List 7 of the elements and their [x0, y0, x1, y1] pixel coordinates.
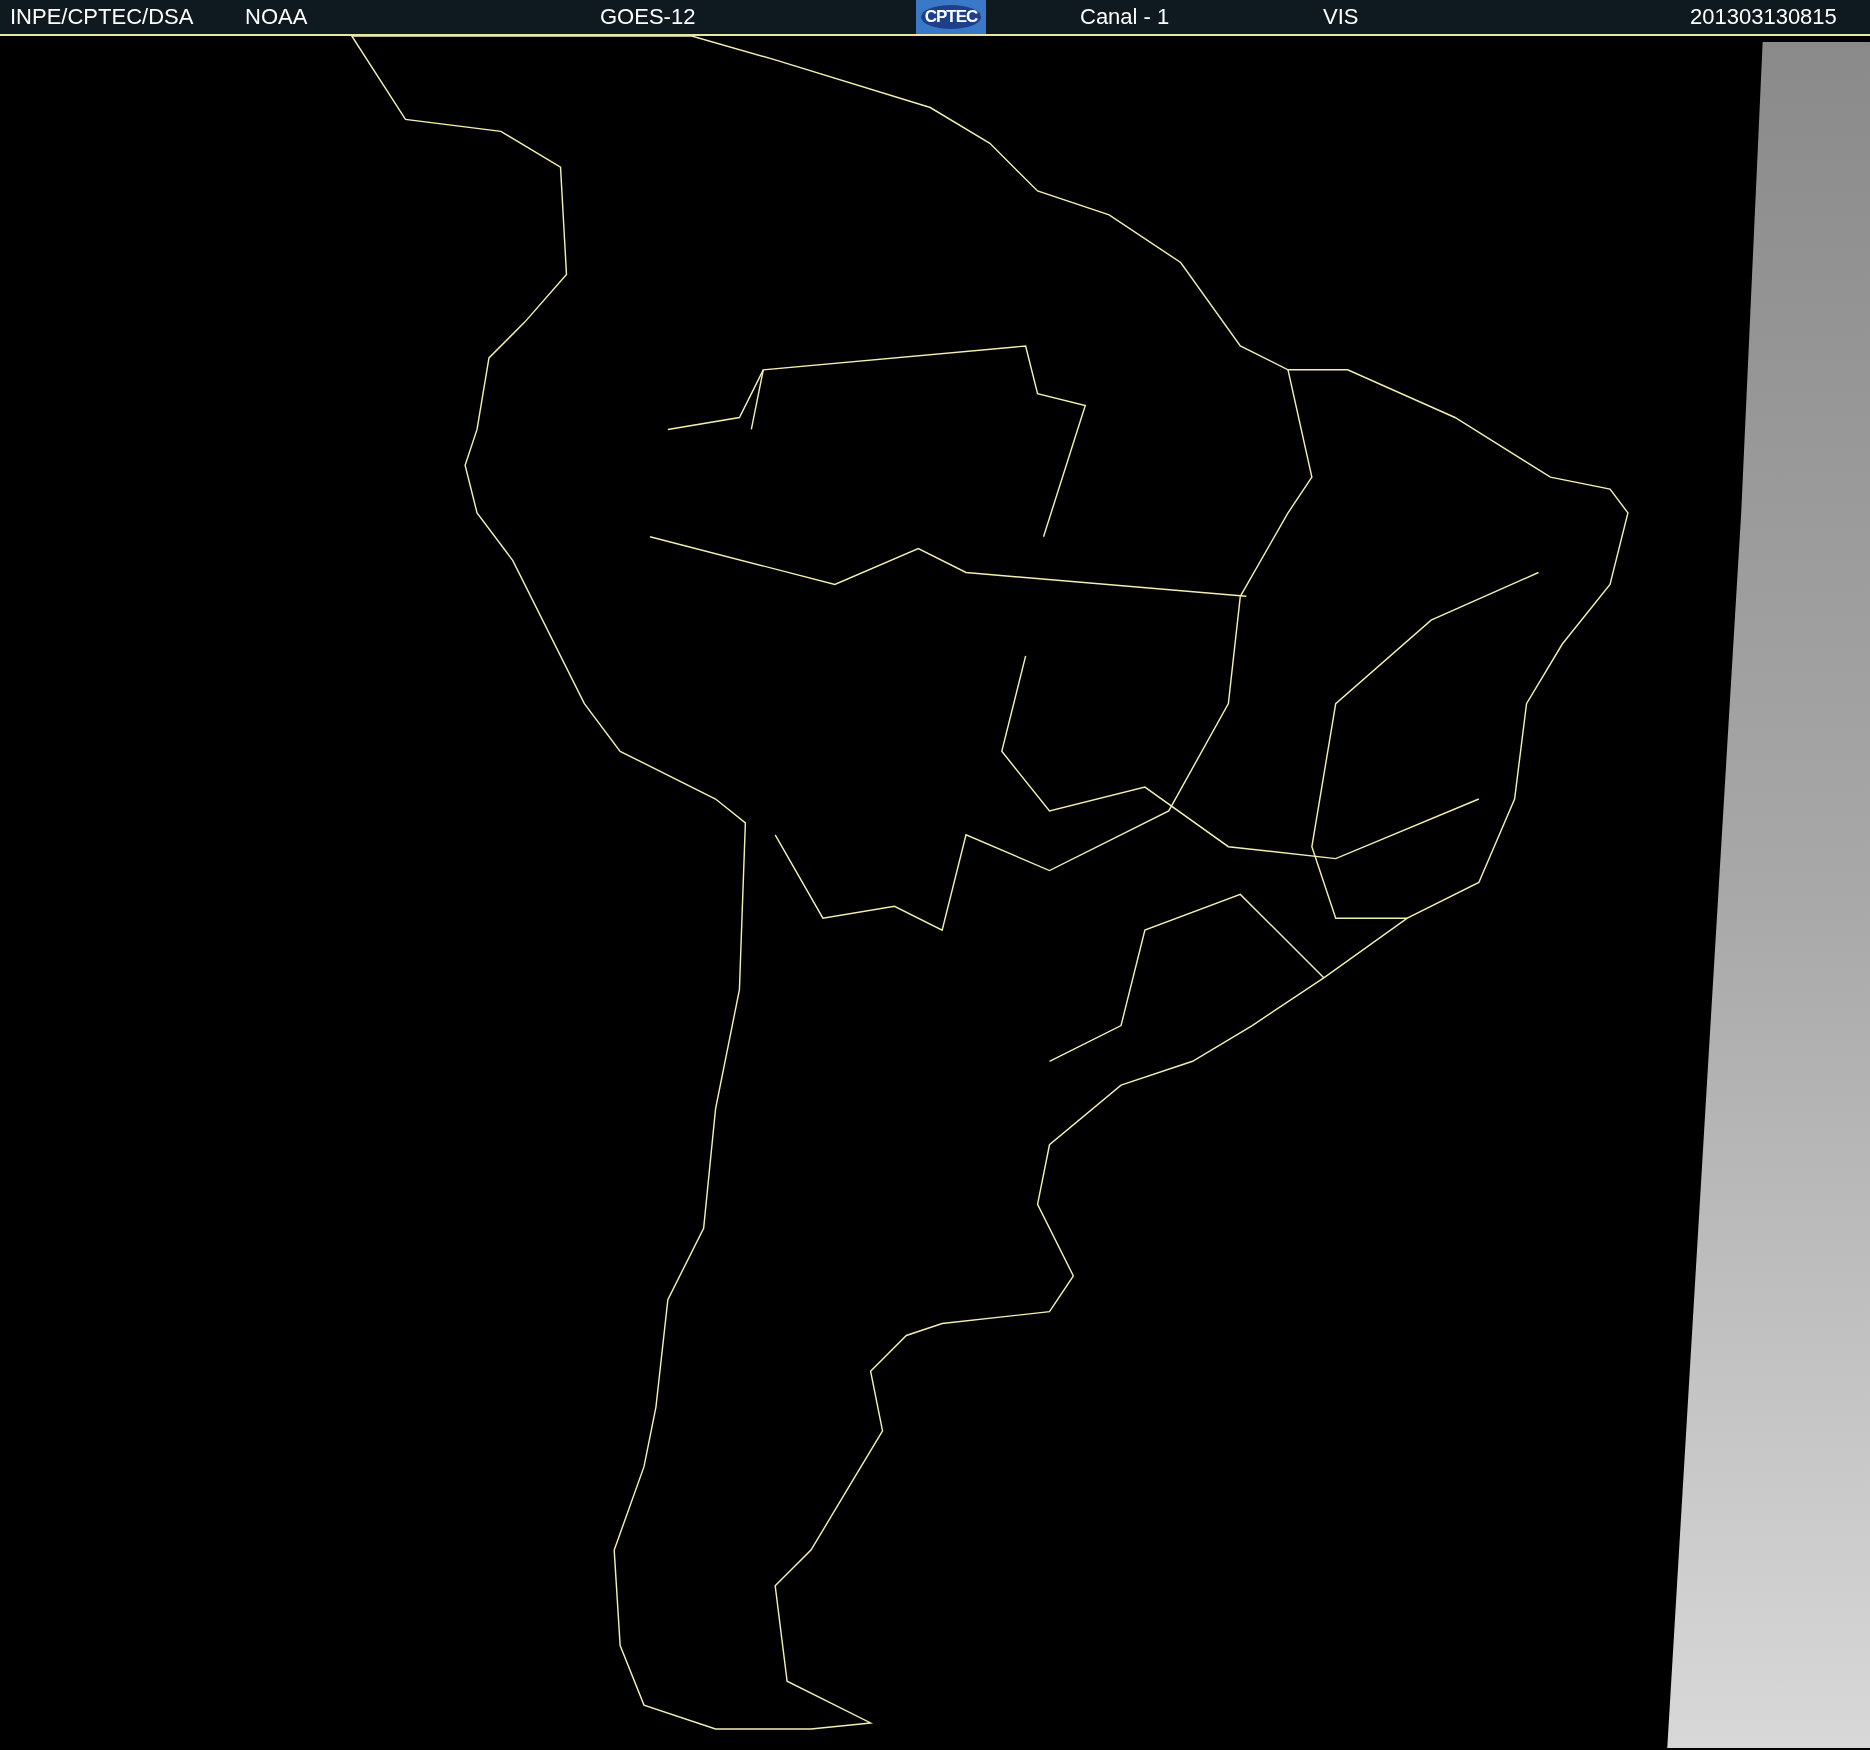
cptec-logo: CPTEC — [916, 0, 986, 34]
header-label: NOAA — [245, 4, 309, 30]
header-label: Canal - 1 — [1080, 4, 1171, 30]
header-label: INPE/CPTEC/DSA — [10, 4, 195, 30]
header-label: GOES-12 — [600, 4, 697, 30]
header-label: 201303130815 — [1690, 4, 1838, 30]
header-label: VIS — [1323, 4, 1360, 30]
